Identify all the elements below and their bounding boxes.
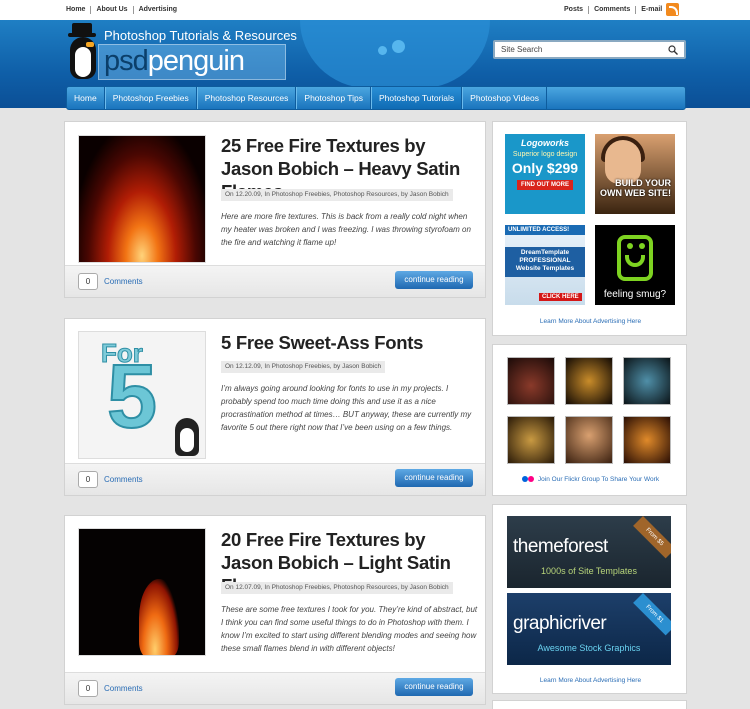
continue-reading-button[interactable]: continue reading bbox=[395, 271, 473, 289]
post-footer: 0 Comments continue reading bbox=[65, 672, 485, 704]
ad-themeforest[interactable]: themeforest 1000s of Site Templates From… bbox=[507, 516, 671, 588]
ad-line: OWN WEB SITE! bbox=[600, 188, 671, 198]
main-nav: Home Photoshop Freebies Photoshop Resour… bbox=[66, 86, 686, 110]
post-thumbnail[interactable] bbox=[78, 135, 206, 263]
fonts-image: For 5 bbox=[79, 332, 205, 458]
site-logo[interactable]: psdpenguin bbox=[104, 45, 245, 78]
comment-count-bubble[interactable]: 0 bbox=[78, 680, 98, 697]
continue-reading-button[interactable]: continue reading bbox=[395, 469, 473, 487]
comment-count-bubble[interactable]: 0 bbox=[78, 471, 98, 488]
search-placeholder: Site Search bbox=[501, 45, 543, 54]
flickr-thumb[interactable] bbox=[623, 416, 671, 464]
top-link-comments[interactable]: Comments bbox=[588, 6, 635, 14]
ad-line: BUILD YOUR bbox=[615, 178, 671, 188]
ad-label: feeling smug? bbox=[603, 289, 667, 300]
sidebar-box bbox=[492, 700, 687, 709]
ad-graphicriver[interactable]: graphicriver Awesome Stock Graphics From… bbox=[507, 593, 671, 665]
ad-cta: FIND OUT MORE bbox=[517, 180, 573, 190]
ad-top: UNLIMITED ACCESS! bbox=[505, 225, 585, 235]
nav-photoshop-freebies[interactable]: Photoshop Freebies bbox=[104, 87, 197, 109]
top-bar: Home About Us Advertising Posts Comments… bbox=[0, 0, 750, 20]
ad-feeling-smug[interactable]: feeling smug? bbox=[595, 225, 675, 305]
ad-logoworks[interactable]: Logoworks Superior logo design Only $299… bbox=[505, 134, 585, 214]
ad-line: Superior logo design bbox=[512, 151, 578, 158]
top-link-advertising[interactable]: Advertising bbox=[132, 6, 183, 14]
ad-line: Website Templates bbox=[515, 265, 575, 272]
marketplace-box: themeforest 1000s of Site Templates From… bbox=[492, 504, 687, 694]
flickr-thumb[interactable] bbox=[565, 416, 613, 464]
flickr-thumb[interactable] bbox=[507, 416, 555, 464]
search-input[interactable]: Site Search bbox=[493, 40, 686, 59]
themeforest-tagline: 1000s of Site Templates bbox=[541, 566, 637, 576]
flickr-icon-dot bbox=[527, 476, 534, 483]
nav-photoshop-tips[interactable]: Photoshop Tips bbox=[296, 87, 372, 109]
flickr-thumb[interactable] bbox=[623, 357, 671, 405]
post-footer: 0 Comments continue reading bbox=[65, 463, 485, 495]
top-link-home[interactable]: Home bbox=[66, 6, 90, 14]
ad-cta: CLICK HERE bbox=[539, 293, 582, 301]
post-meta: On 12.12.09, In Photoshop Freebies, by J… bbox=[221, 361, 386, 373]
advertising-link[interactable]: Learn More About Advertising Here bbox=[493, 677, 688, 684]
ad-brand: Logoworks bbox=[520, 138, 569, 148]
post-thumbnail[interactable]: For 5 bbox=[78, 331, 206, 459]
ad-dreamtemplate[interactable]: UNLIMITED ACCESS! DreamTemplate PROFESSI… bbox=[505, 225, 585, 305]
flickr-thumb[interactable] bbox=[507, 357, 555, 405]
post-card: 25 Free Fire Textures by Jason Bobich – … bbox=[64, 121, 486, 298]
comments-link[interactable]: Comments bbox=[104, 475, 143, 484]
ads-box: Logoworks Superior logo design Only $299… bbox=[492, 121, 687, 336]
top-links-left: Home About Us Advertising bbox=[66, 6, 182, 14]
continue-reading-button[interactable]: continue reading bbox=[395, 678, 473, 696]
ad-line: PROFESSIONAL bbox=[519, 257, 571, 264]
fire-texture-image bbox=[79, 136, 205, 262]
post-title[interactable]: 5 Free Sweet-Ass Fonts bbox=[221, 331, 481, 354]
top-link-posts[interactable]: Posts bbox=[564, 6, 588, 14]
thumb-number: 5 bbox=[106, 347, 158, 447]
ad-middle: DreamTemplate PROFESSIONAL Website Templ… bbox=[505, 247, 585, 277]
site-tagline: Photoshop Tutorials & Resources bbox=[104, 28, 297, 43]
post-thumbnail[interactable] bbox=[78, 528, 206, 656]
penguin-logo-icon[interactable] bbox=[68, 23, 98, 81]
comments-link[interactable]: Comments bbox=[104, 277, 143, 286]
post-card: For 5 5 Free Sweet-Ass Fonts On 12.12.09… bbox=[64, 318, 486, 496]
post-meta: On 12.07.09, In Photoshop Freebies, Phot… bbox=[221, 582, 453, 594]
price-ribbon: From $1 bbox=[633, 593, 671, 636]
ad-brand: DreamTemplate bbox=[520, 249, 570, 256]
header-dot bbox=[392, 40, 405, 53]
ad-price: Only $299 bbox=[511, 160, 579, 176]
penguin-icon bbox=[175, 418, 199, 456]
graphicriver-tagline: Awesome Stock Graphics bbox=[537, 643, 641, 653]
logo-penguin: penguin bbox=[147, 45, 245, 77]
graphicriver-logo: graphicriver bbox=[513, 613, 607, 634]
post-excerpt: Here are more fire textures. This is bac… bbox=[221, 212, 471, 247]
post-meta: On 12.20.09, In Photoshop Freebies, Phot… bbox=[221, 189, 453, 201]
nav-photoshop-tutorials[interactable]: Photoshop Tutorials bbox=[371, 87, 463, 109]
flickr-link-text: Join Our Flickr Group To Share Your Work bbox=[537, 476, 660, 483]
logo-psd: psd bbox=[104, 45, 149, 77]
flickr-box: Join Our Flickr Group To Share Your Work bbox=[492, 344, 687, 496]
nav-home[interactable]: Home bbox=[67, 87, 105, 109]
themeforest-logo: themeforest bbox=[513, 536, 608, 557]
nav-photoshop-videos[interactable]: Photoshop Videos bbox=[462, 87, 547, 109]
flickr-link[interactable]: Join Our Flickr Group To Share Your Work bbox=[493, 476, 688, 483]
post-footer: 0 Comments continue reading bbox=[65, 265, 485, 297]
price-ribbon: From $5 bbox=[633, 516, 671, 559]
rss-icon[interactable] bbox=[666, 3, 679, 16]
ad-build-website[interactable]: BUILD YOUR OWN WEB SITE! bbox=[595, 134, 675, 214]
flickr-thumb[interactable] bbox=[565, 357, 613, 405]
top-link-email[interactable]: E-mail bbox=[635, 6, 667, 14]
post-excerpt: These are some free textures I took for … bbox=[221, 605, 478, 653]
comments-link[interactable]: Comments bbox=[104, 684, 143, 693]
header-decoration bbox=[300, 20, 490, 88]
search-icon[interactable] bbox=[668, 45, 678, 55]
flame-image bbox=[79, 529, 205, 655]
nav-photoshop-resources[interactable]: Photoshop Resources bbox=[196, 87, 297, 109]
top-link-about[interactable]: About Us bbox=[90, 6, 132, 14]
top-links-right: Posts Comments E-mail bbox=[564, 6, 667, 14]
advertising-link[interactable]: Learn More About Advertising Here bbox=[493, 318, 688, 325]
post-card: 20 Free Fire Textures by Jason Bobich – … bbox=[64, 515, 486, 705]
comment-count-bubble[interactable]: 0 bbox=[78, 273, 98, 290]
header-dot bbox=[378, 46, 387, 55]
post-excerpt: I’m always going around looking for font… bbox=[221, 384, 472, 432]
